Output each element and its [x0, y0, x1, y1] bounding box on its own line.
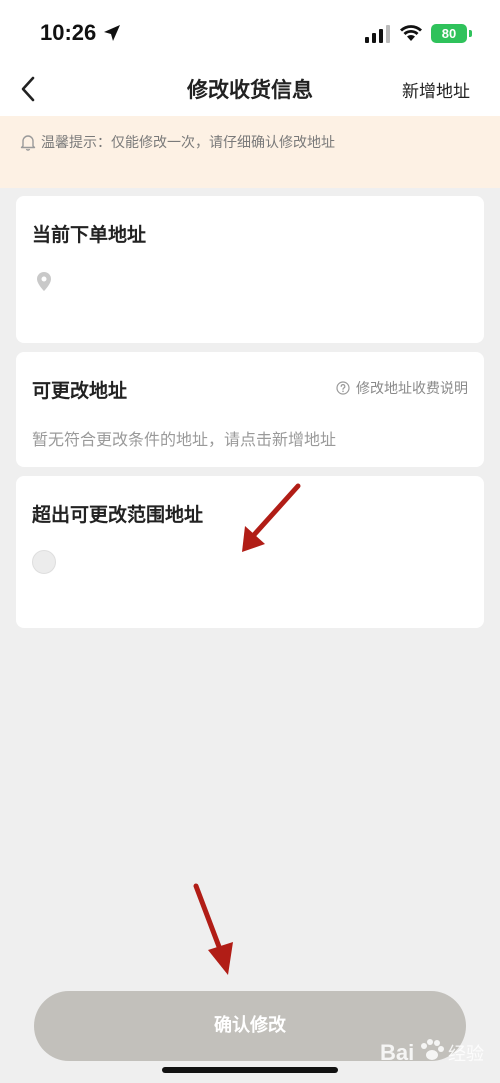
question-icon — [336, 381, 350, 395]
baidu-paw-icon: Bai 经验 — [380, 1039, 484, 1065]
fee-explanation-link[interactable]: 修改地址收费说明 — [336, 378, 468, 398]
status-time: 10:26 — [40, 20, 97, 45]
changeable-address-card: 可更改地址 修改地址收费说明 暂无符合更改条件的地址，请点击新增地址 — [16, 352, 484, 467]
radio-icon[interactable] — [32, 550, 56, 574]
out-of-range-title: 超出可更改范围地址 — [32, 504, 204, 526]
home-indicator — [162, 1067, 338, 1073]
current-address-card: 当前下单地址 — [16, 196, 484, 343]
svg-text:经验: 经验 — [448, 1044, 484, 1065]
add-address-button[interactable]: 新增地址 — [402, 77, 470, 102]
signal-icon — [365, 25, 390, 43]
location-arrow-icon — [104, 25, 120, 41]
notice-text: 温馨提示：仅能修改一次，请仔细确认修改地址 — [41, 135, 335, 151]
location-pin-icon — [37, 272, 51, 291]
battery-tip — [469, 30, 472, 37]
fee-explanation-label: 修改地址收费说明 — [356, 381, 468, 397]
current-address-title: 当前下单地址 — [32, 224, 147, 246]
bell-icon — [20, 135, 36, 151]
red-arrow-annotation-icon — [193, 883, 233, 975]
changeable-empty-text: 暂无符合更改条件的地址，请点击新增地址 — [32, 430, 337, 449]
nav-bar: 修改收货信息 新增地址 — [0, 68, 500, 116]
battery-icon: 80 — [431, 24, 467, 43]
red-arrow-annotation-icon — [242, 483, 301, 552]
changeable-address-title: 可更改地址 — [32, 380, 128, 402]
notice-banner: 温馨提示：仅能修改一次，请仔细确认修改地址 — [0, 116, 500, 188]
status-bar: 10:26 80 — [0, 0, 500, 68]
wifi-icon — [400, 25, 422, 41]
svg-text:Bai: Bai — [380, 1040, 414, 1065]
